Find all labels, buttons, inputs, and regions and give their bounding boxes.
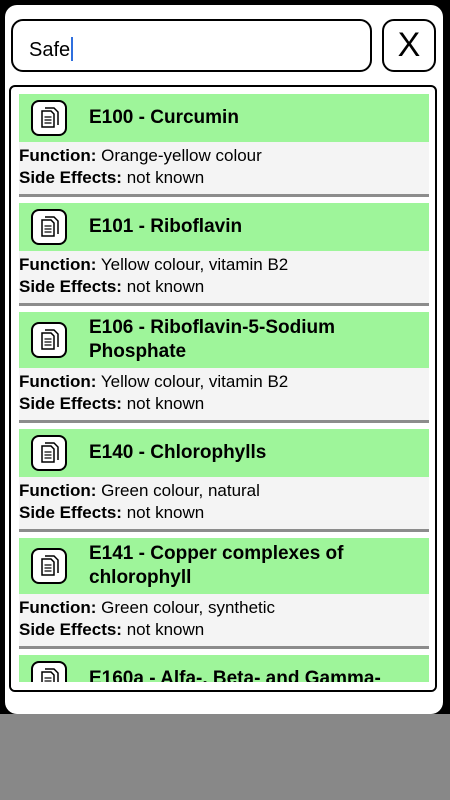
function-label: Function:: [19, 372, 97, 391]
list-item-title: E140 - Chlorophylls: [89, 442, 267, 463]
side-effects-line: Side Effects: not known: [19, 276, 429, 298]
function-value: Yellow colour, vitamin B2: [100, 255, 289, 274]
side-effects-value: not known: [126, 619, 205, 639]
list-item-header[interactable]: E100 - Curcumin: [19, 94, 429, 142]
side-effects-label: Side Effects:: [19, 276, 122, 296]
list-item-header[interactable]: E160a - Alfa-, Beta- and Gamma-: [19, 655, 429, 685]
list-item[interactable]: E100 - Curcumin Function: Orange-yellow c…: [19, 94, 429, 197]
list-item-details: Function: Orange-yellow colour Side Effec…: [19, 142, 429, 191]
side-effects-label: Side Effects:: [19, 393, 122, 413]
list-item-details: Function: Yellow colour, vitamin B2 Side …: [19, 368, 429, 417]
list-item-title: E100 - Curcumin: [89, 107, 239, 128]
function-value: Yellow colour, vitamin B2: [100, 372, 289, 391]
side-effects-value: not known: [126, 502, 205, 522]
document-icon: [31, 435, 67, 471]
list-item-details: Function: Yellow colour, vitamin B2 Side …: [19, 251, 429, 300]
function-value: Green colour, natural: [101, 481, 260, 500]
side-effects-line: Side Effects: not known: [19, 502, 429, 524]
list-item-header[interactable]: E106 - Riboflavin-5-Sodium Phosphate: [19, 312, 429, 368]
results-list-content: E100 - Curcumin Function: Orange-yellow c…: [11, 87, 435, 685]
function-label: Function:: [19, 146, 97, 165]
list-item-title: E106 - Riboflavin-5-Sodium Phosphate: [89, 317, 335, 362]
list-item-title: E101 - Riboflavin: [89, 216, 243, 237]
side-effects-label: Side Effects:: [19, 167, 122, 187]
list-item-header[interactable]: E141 - Copper complexes of chlorophyll: [19, 538, 429, 594]
side-effects-line: Side Effects: not known: [19, 619, 429, 641]
function-label: Function:: [19, 598, 97, 617]
function-line: Function: Orange-yellow colour: [19, 145, 429, 167]
dimmed-background: [0, 714, 450, 800]
function-line: Function: Green colour, natural: [19, 480, 429, 502]
list-item[interactable]: E140 - Chlorophylls Function: Green colou…: [19, 429, 429, 532]
list-divider: [19, 646, 429, 649]
search-field[interactable]: Safe: [11, 19, 372, 72]
list-item-header[interactable]: E101 - Riboflavin: [19, 203, 429, 251]
results-list[interactable]: E100 - Curcumin Function: Orange-yellow c…: [9, 85, 437, 692]
function-label: Function:: [19, 255, 97, 274]
side-effects-line: Side Effects: not known: [19, 393, 429, 415]
function-value: Green colour, synthetic: [101, 598, 276, 617]
side-effects-line: Side Effects: not known: [19, 167, 429, 189]
list-divider: [19, 194, 429, 197]
list-item[interactable]: E141 - Copper complexes of chlorophyll Fu…: [19, 538, 429, 649]
search-value[interactable]: Safe: [29, 37, 74, 62]
list-divider: [19, 303, 429, 306]
side-effects-label: Side Effects:: [19, 619, 122, 639]
list-item-details: Function: Green colour, synthetic Side Ef…: [19, 594, 429, 643]
document-icon: [31, 100, 67, 136]
function-label: Function:: [19, 481, 97, 500]
list-item-header[interactable]: E140 - Chlorophylls: [19, 429, 429, 477]
document-icon: [31, 548, 67, 584]
function-line: Function: Green colour, synthetic: [19, 597, 429, 619]
side-effects-value: not known: [126, 393, 205, 413]
function-line: Function: Yellow colour, vitamin B2: [19, 371, 429, 393]
list-item-title: E141 - Copper complexes of chlorophyll: [89, 543, 344, 588]
side-effects-value: not known: [126, 167, 205, 187]
function-line: Function: Yellow colour, vitamin B2: [19, 254, 429, 276]
list-item[interactable]: E106 - Riboflavin-5-Sodium Phosphate Func…: [19, 312, 429, 423]
close-button-label: X: [397, 26, 421, 64]
list-item[interactable]: E160a - Alfa-, Beta- and Gamma-: [19, 655, 429, 685]
list-item[interactable]: E101 - Riboflavin Function: Yellow colour…: [19, 203, 429, 306]
close-button[interactable]: X: [382, 19, 436, 72]
side-effects-value: not known: [126, 276, 205, 296]
side-effects-label: Side Effects:: [19, 502, 122, 522]
list-divider: [19, 529, 429, 532]
document-icon: [31, 322, 67, 358]
list-bottom-padding: [11, 682, 435, 690]
function-value: Orange-yellow colour: [101, 146, 262, 165]
list-item-details: Function: Green colour, natural Side Effe…: [19, 477, 429, 526]
document-icon: [31, 209, 67, 245]
list-divider: [19, 420, 429, 423]
text-caret: [71, 37, 74, 61]
